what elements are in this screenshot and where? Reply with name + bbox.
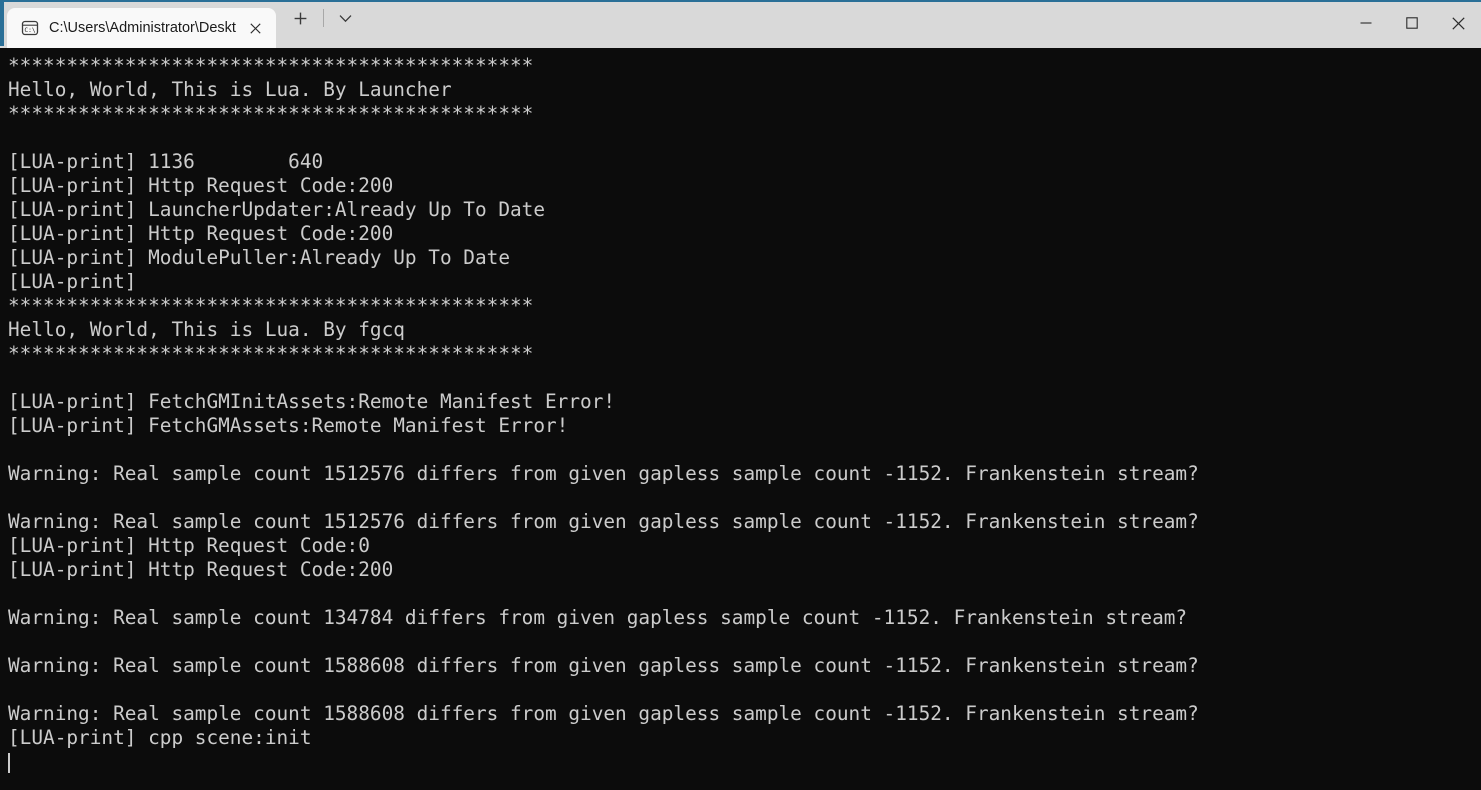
terminal-pane[interactable]: ****************************************…: [0, 48, 1481, 790]
maximize-button[interactable]: [1389, 0, 1435, 46]
terminal-window: C:\ C:\Users\Administrator\Deskt *******…: [0, 0, 1481, 790]
new-tab-button[interactable]: [284, 2, 318, 34]
title-bar[interactable]: C:\ C:\Users\Administrator\Deskt: [0, 0, 1481, 48]
close-button[interactable]: [1435, 0, 1481, 46]
minimize-button[interactable]: [1343, 0, 1389, 46]
svg-text:C:\: C:\: [24, 27, 35, 34]
window-controls: [1343, 0, 1481, 46]
terminal-cursor-line: [0, 750, 1481, 774]
terminal-output: ****************************************…: [8, 54, 1199, 749]
tab-bar-actions: [276, 0, 363, 48]
window-accent-stripe: [0, 0, 4, 46]
window-accent-top: [0, 0, 1481, 2]
tab-title: C:\Users\Administrator\Deskt: [49, 20, 236, 36]
tab-close-icon[interactable]: [242, 14, 270, 42]
console-cmd-icon: C:\: [21, 19, 39, 37]
text-cursor: [8, 753, 10, 773]
tab-bar-separator: [322, 9, 324, 27]
chevron-down-icon[interactable]: [329, 2, 363, 34]
tab-strip: C:\ C:\Users\Administrator\Deskt: [0, 0, 276, 48]
tab-console-active[interactable]: C:\ C:\Users\Administrator\Deskt: [7, 8, 276, 48]
